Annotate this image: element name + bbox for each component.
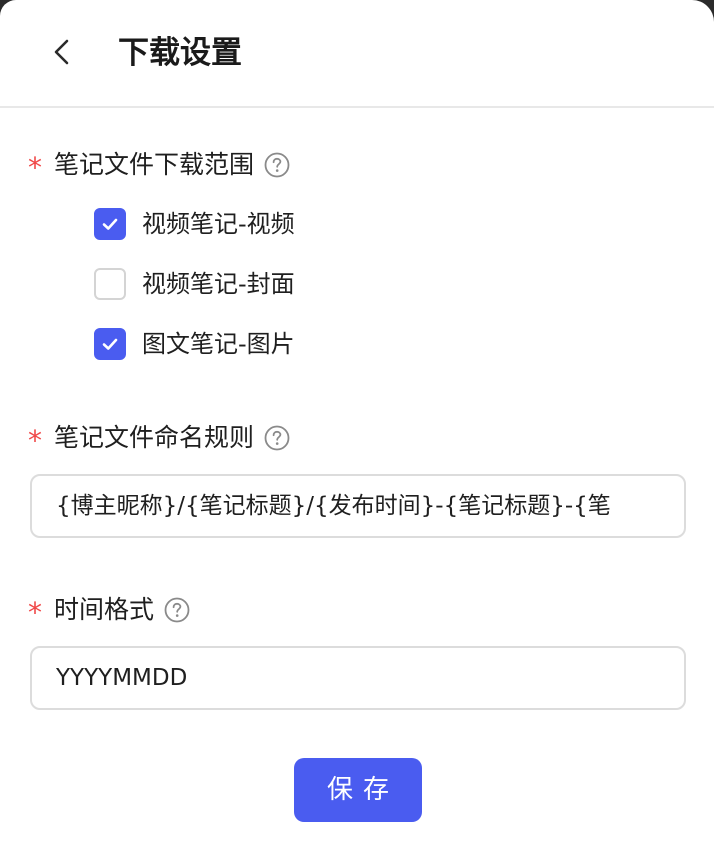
chevron-left-icon <box>54 39 69 65</box>
option-label: 视频笔记-视频 <box>142 210 295 238</box>
back-button[interactable] <box>42 32 82 72</box>
required-mark: * <box>28 151 42 184</box>
time-format-input[interactable]: YYYYMMDD <box>30 646 686 710</box>
download-scope-label-text: 笔记文件下载范围 <box>54 150 255 179</box>
option-video-note-video[interactable]: 视频笔记-视频 <box>94 207 295 241</box>
checkbox-checked[interactable] <box>94 208 126 240</box>
question-circle-icon[interactable] <box>164 597 190 623</box>
save-button[interactable]: 保存 <box>294 758 422 822</box>
required-mark: * <box>28 596 42 629</box>
settings-panel: 下载设置 * 笔记文件下载范围 视频笔记-视频 视频笔记-封面 图文笔记-图片 … <box>0 0 714 860</box>
naming-rule-input[interactable]: {博主昵称}/{笔记标题}/{发布时间}-{笔记标题}-{笔 <box>30 474 686 538</box>
time-format-label-text: 时间格式 <box>54 595 155 624</box>
option-image-note-images[interactable]: 图文笔记-图片 <box>94 327 295 361</box>
page-title: 下载设置 <box>118 35 242 71</box>
checkbox-unchecked[interactable] <box>94 268 126 300</box>
download-scope-label: * 笔记文件下载范围 <box>28 145 290 185</box>
option-video-note-cover[interactable]: 视频笔记-封面 <box>94 267 295 301</box>
required-mark: * <box>28 424 42 457</box>
naming-rule-label-text: 笔记文件命名规则 <box>54 423 255 452</box>
checkmark-icon <box>102 338 118 350</box>
question-circle-icon[interactable] <box>264 152 290 178</box>
time-format-label: * 时间格式 <box>28 590 190 630</box>
option-label: 图文笔记-图片 <box>142 330 295 358</box>
checkmark-icon <box>102 218 118 230</box>
page-header: 下载设置 <box>0 0 714 108</box>
option-label: 视频笔记-封面 <box>142 270 295 298</box>
naming-rule-label: * 笔记文件命名规则 <box>28 418 290 458</box>
checkbox-checked[interactable] <box>94 328 126 360</box>
question-circle-icon[interactable] <box>264 425 290 451</box>
